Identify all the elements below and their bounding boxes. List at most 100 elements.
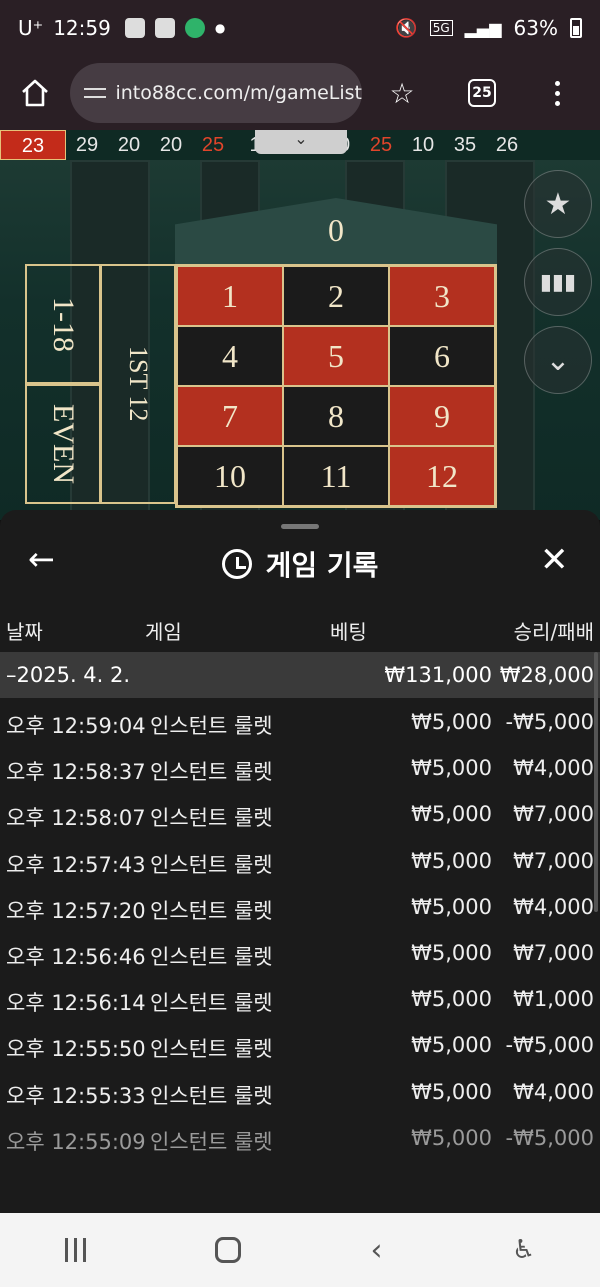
chevron-down-icon: ⌄ [545,342,571,378]
row-game: 인스턴트 룰렛 [150,1083,273,1108]
row-result: ₩4,000 [513,1079,594,1104]
history-row[interactable]: 오후 12:58:37 인스턴트 룰렛 ₩5,000 ₩4,000 [0,746,600,792]
drag-handle[interactable] [281,524,319,529]
history-row[interactable]: 오후 12:59:04 인스턴트 룰렛 ₩5,000 -₩5,000 [0,700,600,746]
system-nav-bar: ‹ ♿ [0,1213,600,1287]
history-result: 10 [411,133,435,156]
tabs-count: 25 [468,79,496,107]
row-time: 오후 12:58:07 [6,806,146,831]
accessibility-button[interactable]: ♿ [512,1235,535,1265]
date-group-row[interactable]: –2025. 4. 2. ₩131,000 ₩28,000 [0,652,600,698]
history-result: 25 [369,133,393,156]
group-date: –2025. 4. 2. [6,663,131,687]
row-result: -₩5,000 [505,1125,594,1150]
number-bet-cell[interactable]: 1 [177,266,283,326]
recent-apps-button[interactable] [64,1238,86,1262]
row-game: 인스턴트 룰렛 [150,991,273,1016]
first-dozen-bet-area[interactable]: 1ST 12 [100,264,176,504]
number-bet-cell[interactable]: 4 [177,326,283,386]
column-header-result[interactable]: 승리/패배 [514,616,594,645]
status-bar: U⁺ 12:59 ● 🔇 5G ▂▄▆ 63% [0,0,600,56]
row-result: -₩5,000 [505,1033,594,1058]
site-settings-icon[interactable] [84,84,107,102]
row-result: -₩5,000 [505,710,594,734]
row-bet: ₩5,000 [411,802,492,827]
history-row[interactable]: 오후 12:57:20 인스턴트 룰렛 ₩5,000 ₩4,000 [0,885,600,931]
history-result: 20 [117,133,141,156]
menu-button[interactable] [522,56,592,130]
history-result: 25 [201,133,225,156]
statistics-button[interactable]: ▮▮▮ [524,248,592,316]
number-bet-cell[interactable]: 7 [177,386,283,446]
home-nav-button[interactable] [215,1237,242,1263]
star-icon: ★ [544,186,572,222]
zero-label: 0 [328,212,344,248]
history-row[interactable]: 오후 12:55:33 인스턴트 룰렛 ₩5,000 ₩4,000 [0,1070,600,1116]
number-bet-cell[interactable]: 10 [177,446,283,506]
result-history: 23292020251331025103526⌄ [0,130,600,160]
even-label: EVEN [47,404,80,484]
collapse-button[interactable]: ⌄ [524,326,592,394]
history-row[interactable]: 오후 12:56:46 인스턴트 룰렛 ₩5,000 ₩7,000 [0,931,600,977]
home-button[interactable] [0,56,70,130]
history-row[interactable]: 오후 12:57:43 인스턴트 룰렛 ₩5,000 ₩7,000 [0,839,600,885]
star-outline-icon: ☆ [389,76,415,110]
row-time: 오후 12:57:43 [6,852,146,877]
history-list: 오후 12:59:04 인스턴트 룰렛 ₩5,000 -₩5,000 오후 12:58:… [0,700,600,1162]
url-bar[interactable]: into88cc.com/m/gameList [70,63,362,123]
number-bet-cell[interactable]: 9 [389,386,495,446]
number-bet-cell[interactable]: 5 [283,326,389,386]
history-result: 26 [495,133,519,156]
row-result: ₩7,000 [513,802,594,827]
history-result: 29 [75,133,99,156]
close-button[interactable]: ✕ [540,540,569,580]
number-bet-cell[interactable]: 3 [389,266,495,326]
row-game: 인스턴트 룰렛 [150,1129,273,1154]
row-time: 오후 12:58:37 [6,760,146,785]
panel-title: 게임 기록 [265,549,379,582]
scrollbar[interactable] [594,652,598,912]
close-icon: ✕ [540,540,569,580]
bookmark-button[interactable]: ☆ [362,56,442,130]
row-bet: ₩5,000 [411,756,492,781]
battery-icon [570,18,582,38]
row-game: 인스턴트 룰렛 [150,760,273,785]
history-result: 20 [159,133,183,156]
row-time: 오후 12:55:09 [6,1129,146,1154]
group-total-result: ₩28,000 [499,663,594,687]
number-bet-cell[interactable]: 11 [283,446,389,506]
row-time: 오후 12:59:04 [6,714,146,738]
dozen-label: 1ST 12 [124,346,153,422]
row-result: ₩1,000 [513,987,594,1012]
row-bet: ₩5,000 [411,1033,492,1058]
number-bet-cell[interactable]: 8 [283,386,389,446]
column-header-date[interactable]: 날짜 [6,616,43,645]
row-bet: ₩5,000 [411,1079,492,1104]
mute-icon: 🔇 [395,17,418,39]
number-bet-cell[interactable]: 2 [283,266,389,326]
low-bet-area[interactable]: 1-18 [25,264,101,384]
back-nav-button[interactable]: ‹ [371,1233,383,1268]
number-bet-cell[interactable]: 12 [389,446,495,506]
history-row[interactable]: 오후 12:58:07 인스턴트 룰렛 ₩5,000 ₩7,000 [0,792,600,838]
more-vert-icon [554,80,560,106]
history-row[interactable]: 오후 12:55:09 인스턴트 룰렛 ₩5,000 -₩5,000 [0,1116,600,1162]
row-game: 인스턴트 룰렛 [150,806,273,831]
battery-percent: 63% [513,16,558,40]
row-time: 오후 12:56:14 [6,991,146,1016]
row-bet: ₩5,000 [411,710,492,734]
even-bet-area[interactable]: EVEN [25,384,101,504]
clock: 12:59 [53,16,111,40]
history-row[interactable]: 오후 12:55:50 인스턴트 룰렛 ₩5,000 -₩5,000 [0,1023,600,1069]
tabs-button[interactable]: 25 [442,56,522,130]
row-result: ₩4,000 [513,756,594,781]
column-header-bet[interactable]: 베팅 [330,616,367,645]
row-time: 오후 12:56:46 [6,944,146,969]
history-expand-handle[interactable]: ⌄ [255,130,347,154]
favorites-button[interactable]: ★ [524,170,592,238]
row-result: ₩4,000 [513,894,594,919]
row-game: 인스턴트 룰렛 [150,944,273,969]
column-header-game[interactable]: 게임 [145,616,182,645]
number-bet-cell[interactable]: 6 [389,326,495,386]
history-row[interactable]: 오후 12:56:14 인스턴트 룰렛 ₩5,000 ₩1,000 [0,977,600,1023]
